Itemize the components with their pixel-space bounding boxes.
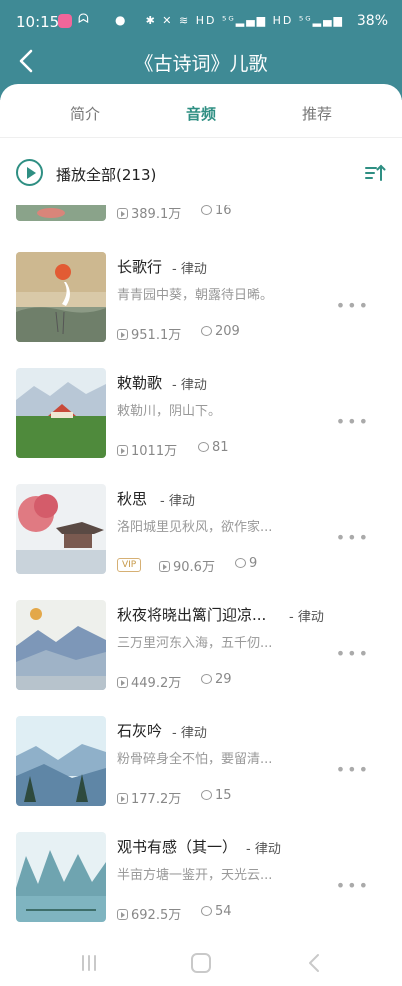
tab-audio[interactable]: 音频 — [161, 103, 241, 124]
item-description: 敕勒川，阴山下。 — [117, 404, 222, 419]
play-count-icon — [159, 561, 170, 572]
app-notification-icon — [58, 14, 72, 28]
more-dots-icon[interactable]: ••• — [336, 644, 370, 663]
more-dots-icon[interactable]: ••• — [336, 296, 370, 315]
comment-count: 15 — [201, 788, 232, 803]
list-item[interactable]: 敕勒歌 - 律动 敕勒川，阴山下。 1011万 81 ••• — [0, 368, 402, 484]
play-count: 90.6万 — [159, 556, 215, 575]
dot-icon: ● — [115, 13, 126, 27]
sort-icon[interactable] — [364, 162, 386, 184]
item-author: - 律动 — [160, 494, 195, 509]
comment-count: 29 — [201, 672, 232, 687]
item-author: - 律动 — [289, 610, 324, 625]
item-title: 长歌行 — [117, 258, 163, 276]
item-description: 粉骨碎身全不怕，要留清... — [117, 752, 273, 767]
list-item[interactable]: 秋夜将晓出篱门迎凉... - 律动 三万里河东入海，五千仞... 449.2万 … — [0, 600, 402, 716]
cover-thumbnail — [16, 368, 106, 458]
audio-list: 389.1万 16 长歌行 - 律动 青青园中葵，朝露待日晞。 951.1万 2… — [0, 205, 402, 945]
list-item[interactable]: 秋思 - 律动 洛阳城里见秋风，欲作家... VIP 90.6万 9 ••• — [0, 484, 402, 600]
play-count: 177.2万 — [117, 788, 181, 807]
vip-badge: VIP — [117, 558, 142, 572]
comment-count: 54 — [201, 904, 232, 919]
cover-thumbnail — [16, 484, 106, 574]
page-title: 《古诗词》儿歌 — [134, 53, 268, 75]
more-dots-icon[interactable]: ••• — [336, 760, 370, 779]
more-dots-icon[interactable]: ••• — [336, 876, 370, 895]
comment-count: 16 — [201, 205, 232, 218]
battery-level: 38% — [356, 13, 388, 29]
comment-icon — [201, 790, 212, 800]
signal-icons: ✱ ✕ ≋ HD ⁵ᴳ▂▄▆ HD ⁵ᴳ▂▄▆ — [145, 14, 344, 27]
list-item[interactable]: 389.1万 16 — [0, 205, 402, 247]
cover-thumbnail — [16, 252, 106, 342]
play-count-icon — [117, 208, 128, 219]
play-count-icon — [117, 793, 128, 804]
comment-count: 81 — [198, 440, 229, 455]
play-count: 692.5万 — [117, 904, 181, 923]
comment-icon — [235, 558, 246, 568]
system-nav-bar — [0, 944, 402, 986]
item-title: 秋夜将晓出篱门迎凉... — [117, 606, 267, 624]
comment-icon — [198, 442, 209, 452]
status-time: 10:15 — [16, 13, 60, 31]
cover-thumbnail — [16, 600, 106, 690]
item-description: 青青园中葵，朝露待日晞。 — [117, 288, 274, 303]
tab-bar: 简介 音频 推荐 — [0, 84, 402, 138]
comment-count: 9 — [235, 556, 257, 571]
more-dots-icon[interactable]: ••• — [336, 528, 370, 547]
play-count: 389.1万 — [117, 205, 181, 222]
item-author: - 律动 — [172, 262, 207, 277]
play-count: 951.1万 — [117, 324, 181, 343]
item-title: 石灰吟 — [117, 722, 163, 740]
recent-apps-icon[interactable] — [80, 954, 98, 972]
play-count: 449.2万 — [117, 672, 181, 691]
list-item[interactable]: 观书有感（其一） - 律动 半亩方塘一鉴开，天光云... 692.5万 54 •… — [0, 832, 402, 945]
back-icon[interactable] — [306, 953, 322, 973]
item-description: 半亩方塘一鉴开，天光云... — [117, 868, 273, 883]
play-count-icon — [117, 445, 128, 456]
item-author: - 律动 — [172, 726, 207, 741]
play-count-icon — [117, 677, 128, 688]
play-all-label[interactable]: 播放全部(213) — [56, 164, 156, 185]
play-count-icon — [117, 909, 128, 920]
tab-intro[interactable]: 简介 — [45, 103, 125, 124]
play-all-bar: 播放全部(213) — [0, 146, 402, 202]
comment-icon — [201, 906, 212, 916]
comment-icon — [201, 205, 212, 215]
item-author: - 律动 — [246, 842, 281, 857]
item-description: 洛阳城里见秋风，欲作家... — [117, 520, 273, 535]
play-count: 1011万 — [117, 440, 177, 459]
list-item[interactable]: 石灰吟 - 律动 粉骨碎身全不怕，要留清... 177.2万 15 ••• — [0, 716, 402, 832]
item-title: 敕勒歌 — [117, 374, 163, 392]
play-circle-icon[interactable] — [16, 159, 43, 186]
more-dots-icon[interactable]: ••• — [336, 412, 370, 431]
comment-icon — [201, 326, 212, 336]
cover-thumbnail — [16, 832, 106, 922]
item-description: 三万里河东入海，五千仞... — [117, 636, 273, 651]
comment-count: 209 — [201, 324, 240, 339]
play-count-icon — [117, 329, 128, 340]
tabs-divider — [0, 137, 402, 138]
item-title: 观书有感（其一） — [117, 838, 238, 856]
cover-thumbnail — [16, 205, 106, 221]
notification-icon: ᗣ — [78, 12, 89, 27]
tab-recommend[interactable]: 推荐 — [277, 103, 357, 124]
list-item[interactable]: 长歌行 - 律动 青青园中葵，朝露待日晞。 951.1万 209 ••• — [0, 252, 402, 368]
home-icon[interactable] — [191, 953, 211, 973]
status-bar: 10:15 ᗣ ● ✱ ✕ ≋ HD ⁵ᴳ▂▄▆ HD ⁵ᴳ▂▄▆ 38% — [0, 0, 402, 44]
cover-thumbnail — [16, 716, 106, 806]
item-title: 秋思 — [117, 490, 148, 508]
comment-icon — [201, 674, 212, 684]
item-author: - 律动 — [172, 378, 207, 393]
